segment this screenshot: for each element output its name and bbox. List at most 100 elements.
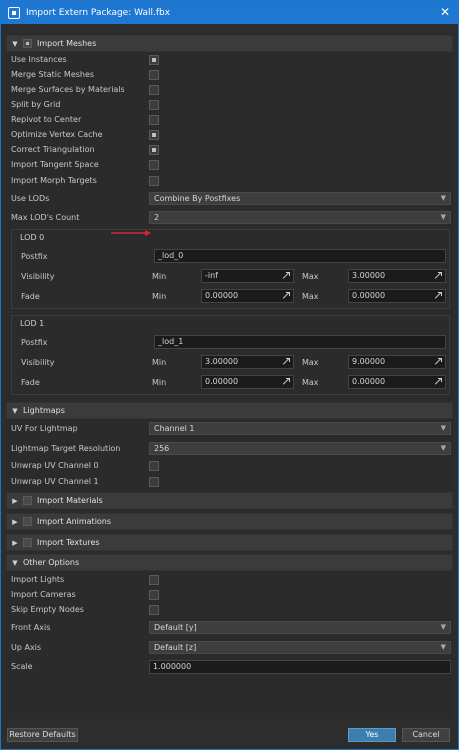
repivot-checkbox[interactable] xyxy=(149,115,159,125)
option-label: Max LOD's Count xyxy=(11,213,80,222)
select-value: Channel 1 xyxy=(154,424,195,433)
option-row: Import Tangent Space xyxy=(6,158,453,173)
visibility-label: Visibility xyxy=(21,272,55,281)
lod1-postfix-input[interactable]: _lod_1 xyxy=(154,335,446,349)
max-lods-select[interactable]: 2 ▼ xyxy=(149,211,451,224)
spin-value: -inf xyxy=(205,271,218,280)
option-label: Unwrap UV Channel 1 xyxy=(11,477,99,486)
button-bar: Restore Defaults Yes Cancel xyxy=(1,723,458,749)
spin-value: 3.00000 xyxy=(352,271,386,280)
option-row: Unwrap UV Channel 1 xyxy=(6,475,453,490)
max-label: Max xyxy=(302,292,319,301)
lod1-vis-max-input[interactable]: 9.00000 xyxy=(348,355,446,369)
lod0-fade-min-input[interactable]: 0.00000 xyxy=(201,289,294,303)
min-label: Min xyxy=(152,358,167,367)
title-bar: Import Extern Package: Wall.fbx ✕ xyxy=(1,1,458,24)
import-materials-checkbox[interactable] xyxy=(23,496,32,505)
scale-input[interactable]: 1.000000 xyxy=(149,660,451,674)
lightmap-res-row: Lightmap Target Resolution 256 ▼ xyxy=(6,442,453,457)
options-panel: ▼ Import Meshes Use Instances Merge Stat… xyxy=(6,33,453,718)
lod1-vis-min-input[interactable]: 3.00000 xyxy=(201,355,294,369)
use-instances-checkbox[interactable] xyxy=(149,55,159,65)
drag-handle-icon[interactable] xyxy=(434,292,442,300)
lightmap-res-select[interactable]: 256 ▼ xyxy=(149,442,451,455)
fade-label: Fade xyxy=(21,292,40,301)
visibility-label: Visibility xyxy=(21,358,55,367)
import-meshes-checkbox[interactable] xyxy=(23,39,32,48)
lod0-vis-min-input[interactable]: -inf xyxy=(201,269,294,283)
option-row: Unwrap UV Channel 0 xyxy=(6,459,453,474)
postfix-label: Postfix xyxy=(21,338,48,347)
lod1-fade-max-input[interactable]: 0.00000 xyxy=(348,375,446,389)
option-label: Split by Grid xyxy=(11,100,61,109)
use-lods-select[interactable]: Combine By Postfixes ▼ xyxy=(149,192,451,205)
correct-triangulation-checkbox[interactable] xyxy=(149,145,159,155)
import-animations-checkbox[interactable] xyxy=(23,517,32,526)
section-label: Import Meshes xyxy=(37,39,97,48)
option-label: Use LODs xyxy=(11,194,50,203)
chevron-right-icon: ▶ xyxy=(12,517,18,526)
merge-surfaces-checkbox[interactable] xyxy=(149,85,159,95)
lod1-title: LOD 1 xyxy=(20,319,45,328)
import-cameras-checkbox[interactable] xyxy=(149,590,159,600)
option-label: Scale xyxy=(11,662,33,671)
option-label: Merge Surfaces by Materials xyxy=(11,85,125,94)
uv-lightmap-row: UV For Lightmap Channel 1 ▼ xyxy=(6,422,453,437)
cancel-button[interactable]: Cancel xyxy=(402,728,450,742)
spin-value: 0.00000 xyxy=(205,291,239,300)
section-lightmaps[interactable]: ▼ Lightmaps xyxy=(6,402,453,419)
option-label: Correct Triangulation xyxy=(11,145,95,154)
spin-value: 0.00000 xyxy=(352,291,386,300)
option-row: Split by Grid xyxy=(6,98,453,113)
front-axis-select[interactable]: Default [y] ▼ xyxy=(149,621,451,634)
spin-value: 9.00000 xyxy=(352,357,386,366)
import-tangent-space-checkbox[interactable] xyxy=(149,160,159,170)
close-icon[interactable]: ✕ xyxy=(438,5,452,19)
import-morph-targets-checkbox[interactable] xyxy=(149,176,159,186)
skip-empty-nodes-checkbox[interactable] xyxy=(149,605,159,615)
option-label: Import Lights xyxy=(11,575,65,584)
drag-handle-icon[interactable] xyxy=(282,272,290,280)
section-import-textures[interactable]: ▶ Import Textures xyxy=(6,534,453,551)
up-axis-select[interactable]: Default [z] ▼ xyxy=(149,641,451,654)
spin-value: 0.00000 xyxy=(205,377,239,386)
restore-defaults-button[interactable]: Restore Defaults xyxy=(7,728,78,742)
option-label: Lightmap Target Resolution xyxy=(11,444,121,453)
lod0-fade-max-input[interactable]: 0.00000 xyxy=(348,289,446,303)
uv-lightmap-select[interactable]: Channel 1 ▼ xyxy=(149,422,451,435)
up-axis-row: Up Axis Default [z] ▼ xyxy=(6,641,453,656)
import-dialog: Import Extern Package: Wall.fbx ✕ ▼ Impo… xyxy=(0,0,459,750)
chevron-down-icon: ▼ xyxy=(440,213,446,221)
drag-handle-icon[interactable] xyxy=(434,272,442,280)
section-import-materials[interactable]: ▶ Import Materials xyxy=(6,492,453,509)
split-by-grid-checkbox[interactable] xyxy=(149,100,159,110)
section-label: Lightmaps xyxy=(23,406,65,415)
yes-button[interactable]: Yes xyxy=(348,728,396,742)
section-other-options[interactable]: ▼ Other Options xyxy=(6,554,453,571)
chevron-down-icon: ▼ xyxy=(12,558,18,567)
option-row: Import Cameras xyxy=(6,588,453,603)
option-row: Optimize Vertex Cache xyxy=(6,128,453,143)
option-label: Import Tangent Space xyxy=(11,160,99,169)
drag-handle-icon[interactable] xyxy=(282,292,290,300)
chevron-down-icon: ▼ xyxy=(440,194,446,202)
section-import-animations[interactable]: ▶ Import Animations xyxy=(6,513,453,530)
option-label: UV For Lightmap xyxy=(11,424,78,433)
drag-handle-icon[interactable] xyxy=(282,378,290,386)
optimize-vertex-cache-checkbox[interactable] xyxy=(149,130,159,140)
drag-handle-icon[interactable] xyxy=(434,378,442,386)
unwrap-uv0-checkbox[interactable] xyxy=(149,461,159,471)
drag-handle-icon[interactable] xyxy=(282,358,290,366)
import-textures-checkbox[interactable] xyxy=(23,538,32,547)
lod0-postfix-input[interactable]: _lod_0 xyxy=(154,249,446,263)
chevron-down-icon: ▼ xyxy=(12,39,18,48)
lod0-vis-max-input[interactable]: 3.00000 xyxy=(348,269,446,283)
drag-handle-icon[interactable] xyxy=(434,358,442,366)
section-import-meshes[interactable]: ▼ Import Meshes xyxy=(6,35,453,52)
lod1-fade-min-input[interactable]: 0.00000 xyxy=(201,375,294,389)
merge-static-meshes-checkbox[interactable] xyxy=(149,70,159,80)
select-value: Default [z] xyxy=(154,643,197,652)
unwrap-uv1-checkbox[interactable] xyxy=(149,477,159,487)
option-label: Skip Empty Nodes xyxy=(11,605,84,614)
import-lights-checkbox[interactable] xyxy=(149,575,159,585)
